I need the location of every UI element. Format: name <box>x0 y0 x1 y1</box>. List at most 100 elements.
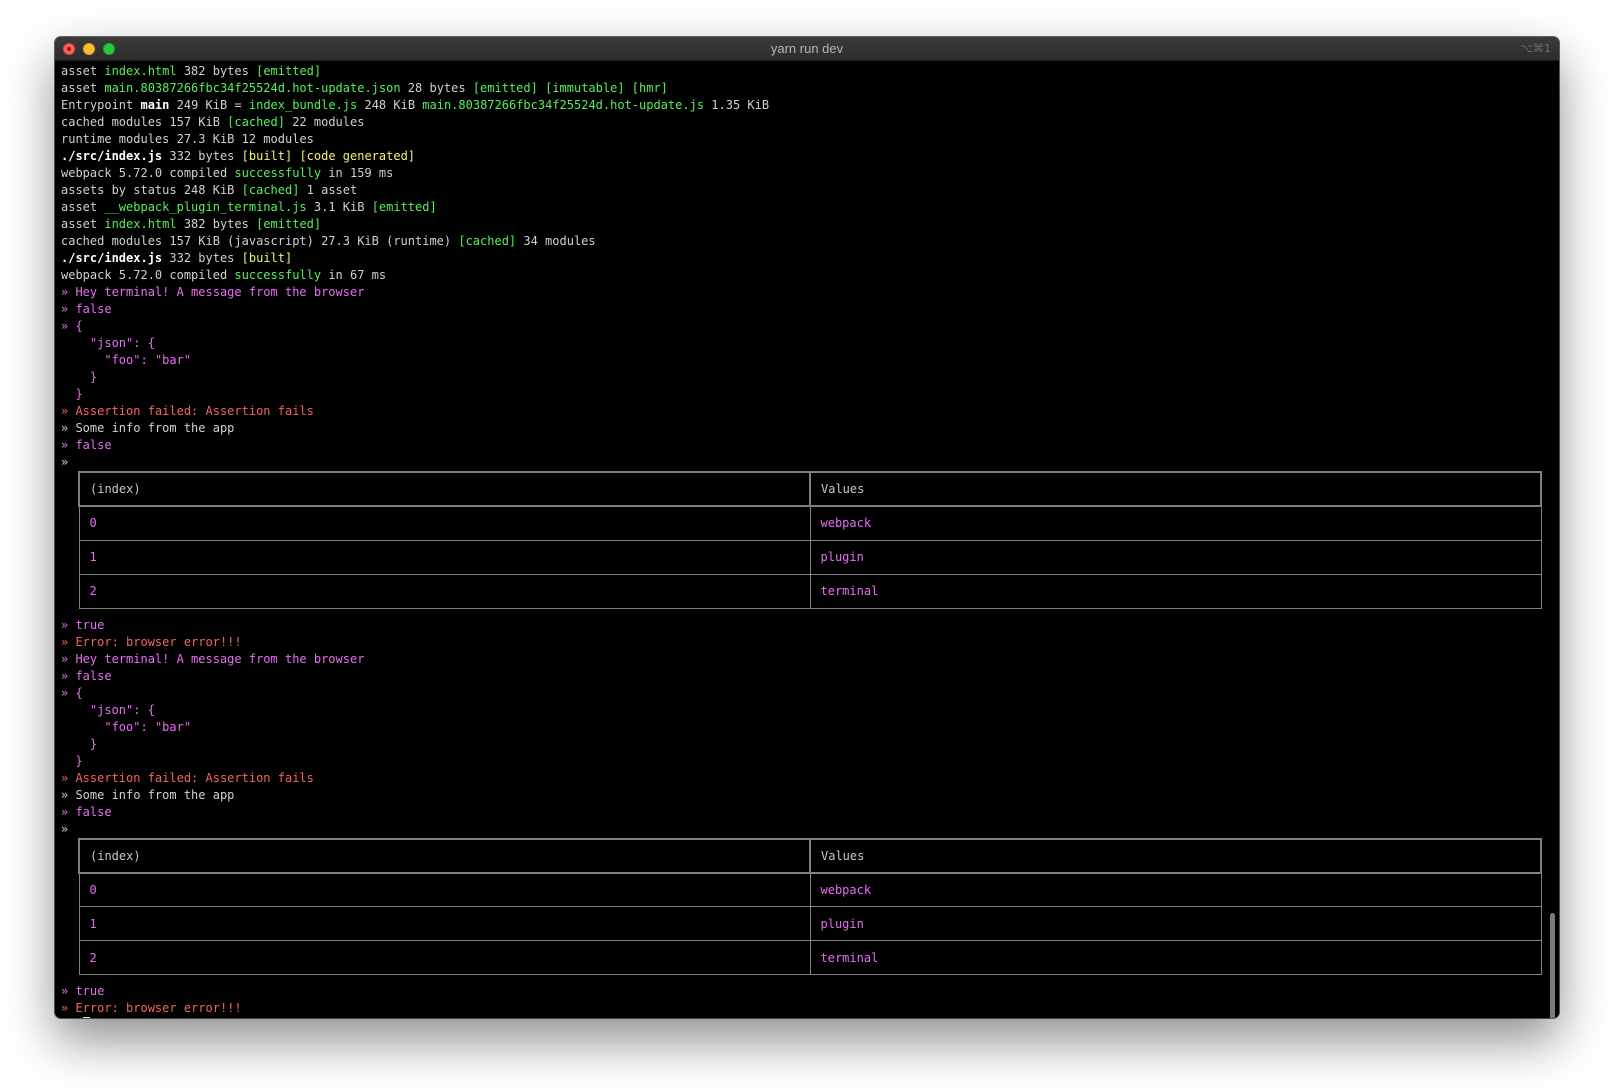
log-segment: » Hey terminal! A message from the brows… <box>61 285 365 299</box>
table-cell: 2 <box>78 940 811 975</box>
log-segment: » Error: browser error!!! <box>61 634 242 649</box>
log-segment: } <box>61 370 98 384</box>
log-segment: asset <box>61 81 105 95</box>
log-segment: index.html <box>104 217 177 231</box>
log-segment: 1 asset <box>299 183 358 197</box>
log-segment: » { <box>61 319 83 333</box>
log-segment: index_bundle.js <box>248 98 358 112</box>
log-segment: [cached] <box>458 234 517 248</box>
log-segment: [emitted] [immutable] [hmr] <box>472 81 668 95</box>
log-segment: » false <box>61 804 112 819</box>
log-segment: [built] [code generated] <box>241 149 416 163</box>
log-line: » false <box>61 668 1541 685</box>
table-header-cell: (index) <box>78 471 811 507</box>
log-segment: 249 KiB = <box>169 98 249 112</box>
table-cell: plugin <box>809 906 1542 941</box>
terminal-output[interactable]: asset index.html 382 bytes [emitted] asse… <box>61 63 1542 1018</box>
table-header-cell: Values <box>809 471 1542 507</box>
table-header-row: (index) Values <box>78 837 1542 874</box>
log-segment: 248 KiB <box>357 98 423 112</box>
log-segment: 332 bytes <box>162 149 242 163</box>
log-segment: 382 bytes <box>176 64 257 78</box>
log-segment: in 159 ms <box>321 166 394 180</box>
log-line: } <box>61 736 1541 753</box>
table-cell: 0 <box>78 505 811 541</box>
log-line: » false <box>61 437 1541 454</box>
console-table-wrapper: (index) Values 0 webpack 1 plugin 2 terminal <box>61 837 1542 975</box>
log-segment: » Assertion failed: Assertion fails <box>61 770 314 785</box>
log-segment: index.html <box>104 64 177 78</box>
log-segment: in 67 ms <box>321 268 387 282</box>
log-segment: cached modules 157 KiB (javascript) 27.3… <box>61 234 459 248</box>
table-cell: 0 <box>78 872 811 907</box>
log-line: asset index.html 382 bytes [emitted] <box>61 63 1541 80</box>
log-segment: main <box>140 98 170 112</box>
log-line: asset main.80387266fbc34f25524d.hot-upda… <box>61 80 1541 97</box>
shell-prompt[interactable]: 4›4 <box>61 1017 1541 1018</box>
log-segment: "foo": "bar" <box>61 353 192 367</box>
text-cursor <box>82 1017 90 1018</box>
log-segment: main.80387266fbc34f25524d.hot-update.js <box>422 98 705 112</box>
log-segment: » Some info from the app <box>61 787 235 802</box>
log-segment: » Hey terminal! A message from the brows… <box>61 651 365 666</box>
log-line: » Hey terminal! A message from the brows… <box>61 651 1541 668</box>
log-segment: » false <box>61 302 112 316</box>
log-segment: } <box>61 736 98 751</box>
log-segment: asset <box>61 200 105 214</box>
log-line: } <box>61 369 1541 386</box>
log-segment: ./src/index.js <box>61 149 163 163</box>
log-line: "foo": "bar" <box>61 352 1541 369</box>
table-cell: terminal <box>809 940 1542 975</box>
log-segment: webpack 5.72.0 compiled <box>61 166 235 180</box>
log-segment: asset <box>61 217 105 231</box>
log-segment: [emitted] <box>256 217 322 231</box>
log-segment: webpack 5.72.0 compiled <box>61 268 235 282</box>
table-row: 1 plugin <box>78 906 1542 941</box>
log-line: » true <box>61 983 1541 1000</box>
log-segment: 28 bytes <box>400 81 473 95</box>
log-segment: 3.1 KiB <box>306 200 372 214</box>
log-segment: [cached] <box>227 115 285 129</box>
table-header-cell: Values <box>809 837 1542 874</box>
log-line: » false <box>61 301 1541 318</box>
log-segment: Entrypoint <box>61 98 141 112</box>
log-line: cached modules 157 KiB (javascript) 27.3… <box>61 233 1541 250</box>
log-segment: ./src/index.js <box>61 251 163 265</box>
log-line: » Assertion failed: Assertion fails <box>61 770 1541 787</box>
log-segment: runtime modules 27.3 KiB 12 modules <box>61 132 314 146</box>
scrollbar-thumb[interactable] <box>1550 913 1555 1018</box>
log-segment: » { <box>61 685 83 700</box>
log-segment: asset <box>61 64 105 78</box>
log-line: asset index.html 382 bytes [emitted] <box>61 216 1541 233</box>
log-line: "foo": "bar" <box>61 719 1541 736</box>
log-segment: » <box>61 821 69 836</box>
tab-shortcut-hint: ⌥⌘1 <box>1520 42 1551 55</box>
log-line: assets by status 248 KiB [cached] 1 asse… <box>61 182 1541 199</box>
log-segment: main.80387266fbc34f25524d.hot-update.jso… <box>104 81 401 95</box>
log-segment: } <box>61 387 83 401</box>
log-line: } <box>61 753 1541 770</box>
table-cell: webpack <box>809 872 1542 907</box>
console-table: (index) Values 0 webpack 1 plugin 2 terminal <box>78 837 1542 975</box>
log-line: ./src/index.js 332 bytes [built] [code g… <box>61 148 1541 165</box>
terminal-window: yarn run dev ⌥⌘1 asset index.html 382 by… <box>55 37 1559 1018</box>
log-line: » true <box>61 617 1541 634</box>
table-cell: 2 <box>78 573 811 609</box>
title-bar[interactable]: yarn run dev ⌥⌘1 <box>55 37 1559 61</box>
log-line: webpack 5.72.0 compiled successfully in … <box>61 165 1541 182</box>
log-segment: 382 bytes <box>176 217 257 231</box>
log-segment: 34 modules <box>516 234 596 248</box>
log-segment: » Error: browser error!!! <box>61 1001 242 1015</box>
console-table-wrapper: (index) Values 0 webpack 1 plugin 2 terminal <box>61 471 1542 609</box>
log-line: » { <box>61 318 1541 335</box>
log-line: "json": { <box>61 702 1541 719</box>
table-row: 2 terminal <box>78 573 1542 609</box>
log-segment: [emitted] <box>256 64 322 78</box>
log-line: » <box>61 454 1541 471</box>
log-segment: » Some info from the app <box>61 421 235 435</box>
log-segment: cached modules 157 KiB <box>61 115 228 129</box>
table-cell: 1 <box>78 906 811 941</box>
log-segment: [emitted] <box>371 200 437 214</box>
table-cell: 1 <box>78 539 811 575</box>
table-row: 1 plugin <box>78 539 1542 575</box>
